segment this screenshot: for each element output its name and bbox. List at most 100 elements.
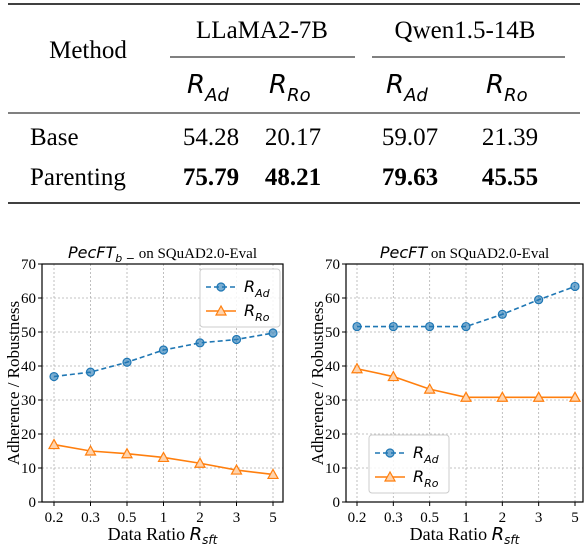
y-tick-label: 70	[325, 257, 340, 273]
table-row: Parenting 75.79 48.21 79.63 45.55	[30, 164, 538, 191]
data-point-circle	[461, 321, 471, 332]
chart-1: 0102030405060700.2 0.3 0.5 1 2 3 5PecFTb − on …	[4, 243, 284, 547]
data-point-circle	[385, 448, 395, 458]
y-tick-label: 20	[21, 427, 36, 443]
metric-header-main: R	[386, 70, 404, 100]
y-tick-label: 10	[325, 461, 340, 477]
cell-value: 21.39	[482, 124, 538, 151]
data-point-circle	[49, 371, 59, 382]
x-tick-label: 3	[535, 510, 543, 526]
metric-header-sub: Ad	[403, 85, 428, 106]
x-axis-label-text: Data Ratio	[410, 524, 492, 544]
y-tick-label: 60	[325, 291, 340, 307]
y-tick-label: 30	[325, 393, 340, 409]
table-row: Base 54.28 20.17 59.07 21.39	[30, 124, 538, 151]
x-tick-label: 0.3	[81, 510, 100, 526]
metric-header-sub: Ro	[504, 85, 528, 106]
x-axis-label-sub: sft	[504, 533, 520, 544]
y-tick-label: 40	[21, 359, 36, 375]
data-point-circle	[388, 321, 398, 332]
chart-title-italic: PecFT	[380, 243, 428, 262]
metric-header-main: R	[486, 70, 504, 100]
metric-header: RAd	[187, 70, 229, 106]
legend-label-sub: Ro	[255, 311, 270, 324]
row-name: Parenting	[30, 164, 126, 191]
chart-title-rest: on SQuAD2.0-Eval	[135, 246, 257, 262]
metric-header-sub: Ro	[287, 85, 311, 106]
data-point-circle	[216, 282, 226, 292]
results-table: Method LLaMA2-7B Qwen1.5-14B RAd RRo RAd RR…	[8, 3, 580, 204]
legend-label-main: R	[244, 301, 255, 320]
row-name: Base	[30, 124, 79, 151]
x-axis-label-italic: R	[492, 524, 505, 544]
x-tick-label: 5	[571, 510, 579, 526]
chart-title: PecFT on SQuAD2.0-Eval	[380, 243, 549, 262]
figure: Method LLaMA2-7B Qwen1.5-14B RAd RRo RAd RR…	[0, 0, 588, 547]
x-tick-label: 0.2	[348, 510, 367, 526]
metric-header: RAd	[386, 70, 428, 106]
chart-title: PecFTb − on SQuAD2.0-Eval	[68, 243, 257, 265]
cell-value: 54.28	[183, 124, 239, 151]
cell-value: 48.21	[265, 164, 321, 191]
legend-label-sub: Ad	[254, 287, 271, 300]
y-tick-label: 20	[325, 427, 340, 443]
x-axis-label-text: Data Ratio	[108, 524, 190, 544]
y-tick-label: 70	[21, 257, 36, 273]
y-tick-label: 40	[325, 359, 340, 375]
y-tick-label: 60	[21, 291, 36, 307]
y-tick-label: 50	[21, 325, 36, 341]
y-axis-label: Adherence / Robustness	[308, 301, 327, 465]
legend-label-sub: Ro	[424, 477, 439, 490]
legend-label-main: R	[413, 443, 424, 462]
data-point-triangle	[350, 362, 364, 374]
data-point-triangle	[47, 438, 61, 450]
x-tick-label: 0.2	[45, 510, 64, 526]
metric-header: RRo	[486, 70, 528, 106]
legend: RAdRRo	[368, 434, 450, 494]
cell-value: 79.63	[382, 164, 438, 191]
chart-title-sub: b −	[115, 252, 135, 265]
x-axis-label-italic: R	[190, 524, 203, 544]
data-point-circle	[570, 281, 580, 292]
y-tick-label: 30	[21, 393, 36, 409]
data-point-circle	[85, 367, 96, 377]
data-point-circle	[425, 321, 435, 332]
data-point-circle	[352, 321, 362, 332]
x-tick-label: 5	[269, 510, 277, 526]
metric-header-sub: Ad	[204, 85, 229, 106]
chart-2: 0102030405060700.2 0.3 0.5 1 2 3 5PecFT on SQu…	[308, 243, 584, 547]
data-point-circle	[195, 338, 205, 348]
x-tick-label: 3	[233, 510, 241, 526]
y-axis-label: Adherence / Robustness	[4, 301, 23, 465]
metric-header-main: R	[269, 70, 287, 100]
legend-label-main: R	[244, 277, 255, 296]
data-point-circle	[534, 295, 544, 305]
y-tick-label: 50	[325, 325, 340, 341]
model-header-qwen: Qwen1.5-14B	[395, 17, 536, 44]
cell-value: 20.17	[265, 124, 321, 151]
cell-value: 59.07	[382, 124, 438, 151]
chart-title-rest: on SQuAD2.0-Eval	[427, 246, 549, 262]
metric-header: RRo	[269, 70, 311, 106]
legend-label-main: R	[413, 467, 424, 486]
legend-label-sub: Ad	[423, 453, 440, 466]
data-point-circle	[268, 328, 278, 338]
x-axis-label-sub: sft	[202, 533, 218, 544]
y-tick-label: 0	[333, 495, 341, 511]
x-tick-label: 0.3	[384, 510, 403, 526]
x-axis-label: Data Ratio Rsft	[108, 524, 219, 544]
metric-header-main: R	[187, 70, 205, 100]
legend: RAdRRo	[199, 268, 281, 328]
data-point-circle	[158, 345, 169, 355]
model-header-llama: LLaMA2-7B	[196, 17, 328, 44]
y-tick-label: 10	[21, 461, 36, 477]
data-point-circle	[497, 309, 507, 319]
chart-title-italic: PecFT	[68, 243, 116, 262]
y-tick-label: 0	[29, 495, 37, 511]
data-point-circle	[122, 357, 132, 367]
cell-value: 45.55	[482, 164, 538, 191]
figure-svg: Method LLaMA2-7B Qwen1.5-14B RAd RRo RAd RR…	[4, 3, 584, 547]
data-point-circle	[231, 334, 242, 345]
cell-value: 75.79	[183, 164, 239, 191]
method-header: Method	[49, 37, 127, 64]
